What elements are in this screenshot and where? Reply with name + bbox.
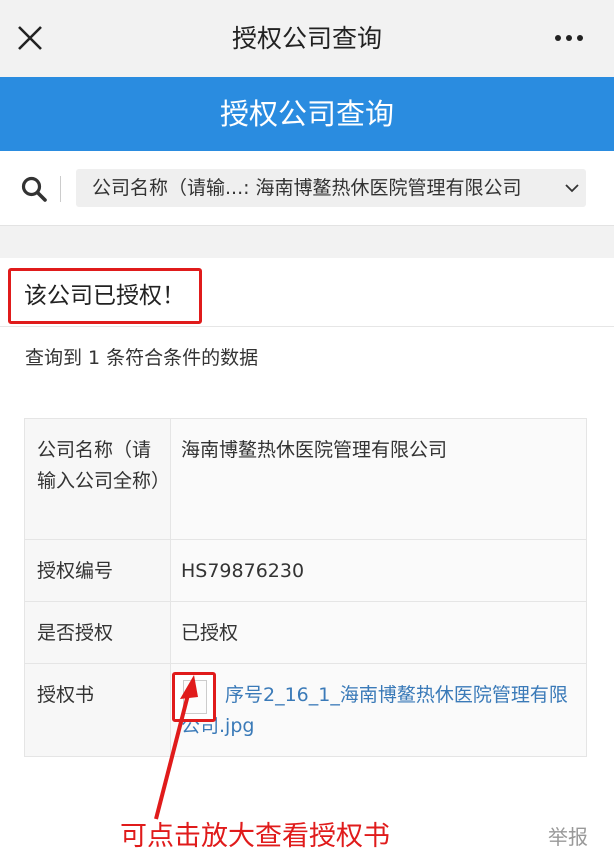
annotation-arrow [154, 675, 198, 820]
search-field-text: 公司名称（请输...: 海南博鳌热休医院管理有限公司 [92, 177, 522, 199]
page-banner: 授权公司查询 [0, 77, 614, 151]
result-panel: 该公司已授权！ 查询到 1 条符合条件的数据 公司名称（请输入公司全称） 海南博… [0, 258, 614, 861]
result-table: 公司名称（请输入公司全称） 海南博鳌热休医院管理有限公司 授权编号 HS7987… [24, 418, 587, 757]
divider [0, 326, 614, 327]
table-row: 授权书 序号2_16_1_海南博鳌热休医院管理有限公司.jpg [24, 663, 587, 757]
authorization-letter-cell: 序号2_16_1_海南博鳌热休医院管理有限公司.jpg [170, 663, 587, 757]
section-gap [0, 226, 614, 258]
row-value: 已授权 [170, 601, 587, 664]
row-label: 公司名称（请输入公司全称） [24, 418, 171, 540]
page-title: 授权公司查询 [219, 97, 394, 131]
more-options-icon[interactable] [554, 28, 584, 48]
search-icon[interactable] [20, 175, 48, 203]
report-link[interactable]: 举报 [548, 821, 588, 850]
table-row: 授权编号 HS79876230 [24, 539, 587, 602]
authorization-letter-link[interactable]: 序号2_16_1_海南博鳌热休医院管理有限公司.jpg [181, 680, 576, 742]
search-field-selector[interactable]: 公司名称（请输...: 海南博鳌热休医院管理有限公司 [76, 169, 586, 207]
chevron-down-icon[interactable] [564, 181, 580, 195]
annotation-caption: 可点击放大查看授权书 [120, 821, 390, 852]
status-headline: 该公司已授权！ [24, 283, 185, 309]
search-bar: 公司名称（请输...: 海南博鳌热休医院管理有限公司 [0, 151, 614, 226]
row-value: HS79876230 [170, 539, 587, 602]
row-label: 授权编号 [24, 539, 171, 602]
table-row: 是否授权 已授权 [24, 601, 587, 664]
search-separator [60, 176, 61, 202]
result-count: 查询到 1 条符合条件的数据 [25, 347, 259, 369]
row-value: 海南博鳌热休医院管理有限公司 [170, 418, 587, 540]
row-label: 授权书 [24, 663, 171, 757]
window-title: 授权公司查询 [231, 24, 382, 53]
authorized-status-box: 该公司已授权！ [8, 268, 202, 324]
row-label: 是否授权 [24, 601, 171, 664]
top-navigation-bar: 授权公司查询 [0, 0, 614, 77]
table-row: 公司名称（请输入公司全称） 海南博鳌热休医院管理有限公司 [24, 418, 587, 540]
